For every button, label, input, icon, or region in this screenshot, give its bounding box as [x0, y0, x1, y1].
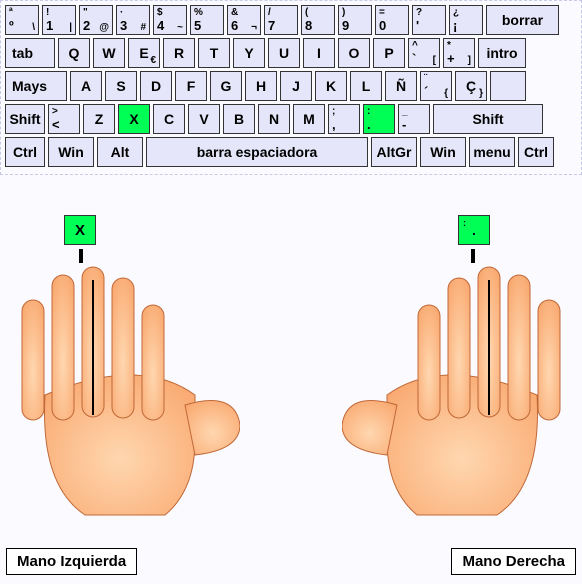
key-borrar[interactable]: borrar	[486, 5, 559, 35]
float-key-right-bl: .	[472, 222, 476, 238]
key-J[interactable]: J	[280, 71, 312, 101]
key-V[interactable]: V	[188, 104, 220, 134]
key-Shift[interactable]: Shift	[433, 104, 543, 134]
key-F[interactable]: F	[175, 71, 207, 101]
key-W[interactable]: W	[93, 38, 125, 68]
key-X[interactable]: X	[118, 104, 150, 134]
key-¡[interactable]: ¿¡	[449, 5, 483, 35]
left-hand-label: Mano Izquierda	[6, 548, 137, 575]
key-7[interactable]: /7	[264, 5, 298, 35]
key-I[interactable]: I	[303, 38, 335, 68]
key-tab[interactable]: tab	[5, 38, 55, 68]
key-U[interactable]: U	[268, 38, 300, 68]
key-intro[interactable]: intro	[478, 38, 526, 68]
float-key-right-tl: :	[463, 218, 466, 228]
key-Ç[interactable]: }Ç	[455, 71, 487, 101]
key-K[interactable]: K	[315, 71, 347, 101]
key-Alt[interactable]: Alt	[97, 137, 143, 167]
key-1[interactable]: !1|	[42, 5, 76, 35]
key-8[interactable]: (8	[301, 5, 335, 35]
key-E[interactable]: €E	[128, 38, 160, 68]
key-Ctrl[interactable]: Ctrl	[518, 137, 554, 167]
float-key-left-label: X	[75, 222, 85, 239]
key-`[interactable]: ^`[	[408, 38, 440, 68]
key-0[interactable]: =0	[375, 5, 409, 35]
key--[interactable]: _-	[398, 104, 430, 134]
key-+[interactable]: *+]	[443, 38, 475, 68]
float-key-left: X	[64, 215, 96, 245]
key-6[interactable]: &6¬	[227, 5, 261, 35]
key-AltGr[interactable]: AltGr	[371, 137, 417, 167]
keyboard: ªº\!1|"2@·3#$4~%5&6¬/7(8)9=0?'¿¡borrar ta…	[0, 0, 582, 175]
key-Mays[interactable]: Mays	[5, 71, 67, 101]
key-S[interactable]: S	[105, 71, 137, 101]
float-key-right: : .	[458, 215, 490, 245]
key-.[interactable]: :.	[363, 104, 395, 134]
key-blank[interactable]	[490, 71, 526, 101]
key-Win[interactable]: Win	[420, 137, 466, 167]
hands-area: X : .	[0, 215, 582, 575]
key-5[interactable]: %5	[190, 5, 224, 35]
key-2[interactable]: "2@	[79, 5, 113, 35]
key-Win[interactable]: Win	[48, 137, 94, 167]
key-P[interactable]: P	[373, 38, 405, 68]
key-H[interactable]: H	[245, 71, 277, 101]
key-M[interactable]: M	[293, 104, 325, 134]
key-Q[interactable]: Q	[58, 38, 90, 68]
right-hand	[342, 245, 582, 535]
right-hand-label: Mano Derecha	[451, 548, 576, 575]
key-3[interactable]: ·3#	[116, 5, 150, 35]
key-Shift[interactable]: Shift	[5, 104, 45, 134]
key-O[interactable]: O	[338, 38, 370, 68]
key-A[interactable]: A	[70, 71, 102, 101]
key-R[interactable]: R	[163, 38, 195, 68]
key-'[interactable]: ?'	[412, 5, 446, 35]
key-L[interactable]: L	[350, 71, 382, 101]
key-,[interactable]: ;,	[328, 104, 360, 134]
key-barra espaciadora[interactable]: barra espaciadora	[146, 137, 368, 167]
key-Z[interactable]: Z	[83, 104, 115, 134]
key-G[interactable]: G	[210, 71, 242, 101]
key-D[interactable]: D	[140, 71, 172, 101]
key-º[interactable]: ªº\	[5, 5, 39, 35]
left-hand	[0, 245, 240, 535]
key-T[interactable]: T	[198, 38, 230, 68]
key-Y[interactable]: Y	[233, 38, 265, 68]
key-N[interactable]: N	[258, 104, 290, 134]
key-<[interactable]: ><	[48, 104, 80, 134]
key-9[interactable]: )9	[338, 5, 372, 35]
key-Ctrl[interactable]: Ctrl	[5, 137, 45, 167]
key-C[interactable]: C	[153, 104, 185, 134]
key-B[interactable]: B	[223, 104, 255, 134]
key-Ñ[interactable]: Ñ	[385, 71, 417, 101]
key-´[interactable]: ¨´{	[420, 71, 452, 101]
key-4[interactable]: $4~	[153, 5, 187, 35]
key-menu[interactable]: menu	[469, 137, 515, 167]
